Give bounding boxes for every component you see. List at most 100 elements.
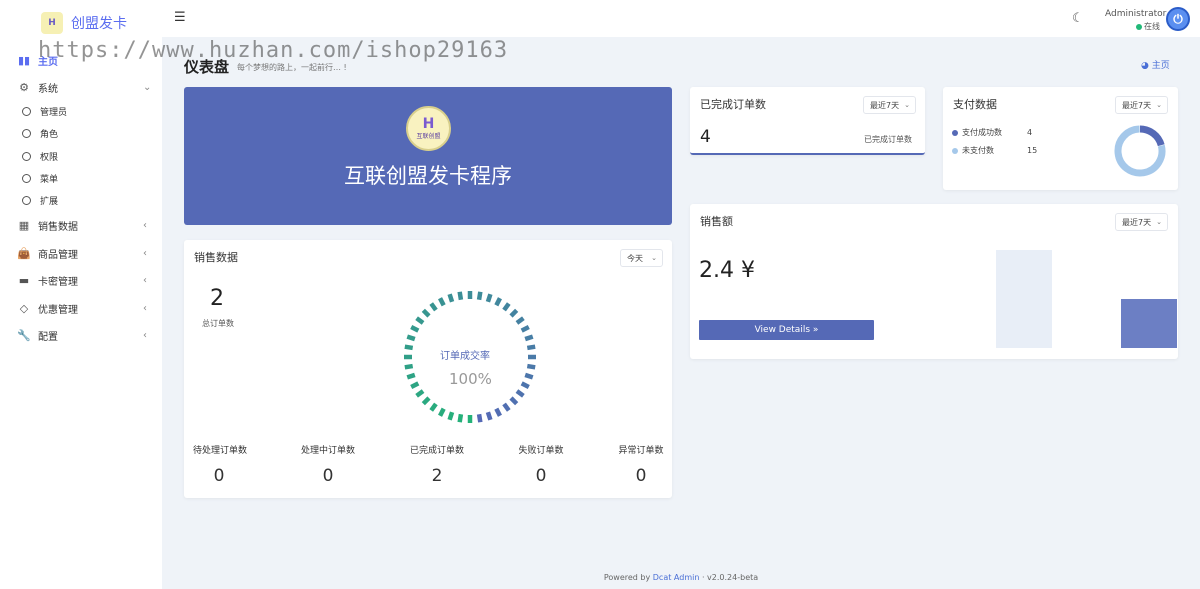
chevron-down-icon: ⌄ [1156, 101, 1162, 109]
stat-abnormal-value: 0 [635, 466, 647, 486]
range-select-label: 最近7天 [870, 100, 900, 110]
chevron-left-icon: ‹ [143, 302, 147, 314]
sidebar-item-sales-data[interactable]: ▦ 销售数据 ‹ [0, 212, 162, 238]
gauge-tick [447, 411, 455, 421]
chevron-left-icon: ‹ [143, 274, 147, 286]
gauge-tick [415, 389, 425, 398]
gauge-tick [526, 363, 536, 370]
range-select-label: 最近7天 [1122, 217, 1152, 227]
diamond-icon: ◇ [19, 301, 29, 315]
sidebar-item-label: 卡密管理 [38, 276, 78, 288]
stat-completed-label: 已完成订单数 [409, 446, 464, 456]
sidebar-item-config[interactable]: 🔧 配置 ‹ [0, 322, 162, 348]
gauge-tick [515, 389, 525, 398]
sidebar-subitem-menu[interactable]: 菜单 [0, 168, 162, 188]
footer-sep: · [701, 573, 705, 582]
range-select[interactable]: 最近7天 ⌄ [1115, 96, 1168, 114]
gauge-tick [485, 293, 493, 303]
gauge-tick [509, 308, 519, 318]
legend-dot [952, 147, 958, 154]
gauge-tick [447, 293, 455, 303]
gauge-tick [520, 325, 530, 333]
admin-name[interactable]: Administrator [1105, 9, 1166, 19]
gauge-tick [429, 402, 438, 412]
banner-logo: H 互联创盟 [406, 106, 451, 151]
breadcrumb-home[interactable]: ◕ 主页 [1141, 58, 1170, 71]
legend-dot [952, 129, 958, 136]
stat-completed-value: 2 [431, 466, 443, 486]
sales-bar-chart [996, 250, 1177, 348]
range-select[interactable]: 今天 ⌄ [620, 249, 663, 267]
gauge-tick [494, 407, 502, 417]
banner-title: 互联创盟发卡程序 [344, 164, 512, 188]
sidebar: H 创盟发卡 ▮▮ 主页 ⚙ 系统 ⌄ 管理员 角色 权限 菜单 扩展 ▦ 销售… [0, 0, 162, 589]
donut-slice-paid [1139, 125, 1165, 147]
gauge-tick [509, 396, 519, 406]
page-subtitle: 每个梦想的路上，一起前行… ! [237, 63, 347, 72]
footer-prefix: Powered by [603, 573, 651, 582]
sales-data-card: 销售数据 今天 ⌄ 2 总订单数 订单成交率 100% 待处理订单数 0 处理中订… [184, 240, 672, 498]
gauge-tick [438, 297, 446, 307]
legend-label: 支付成功数 [962, 128, 1002, 137]
sidebar-item-label: 销售数据 [38, 221, 78, 233]
gauge-tick [404, 363, 414, 370]
gauge-tick [410, 325, 420, 333]
gauge-tick [406, 334, 416, 342]
chevron-down-icon: ⌄ [1156, 218, 1162, 226]
table-icon: ▦ [18, 218, 30, 232]
sidebar-subitem-extensions[interactable]: 扩展 [0, 190, 162, 210]
brand-logo: H [41, 12, 63, 34]
sidebar-subitem-admin[interactable]: 管理员 [0, 101, 162, 121]
range-select[interactable]: 最近7天 ⌄ [863, 96, 916, 114]
card-icon: ▬ [18, 273, 30, 287]
brand[interactable]: H 创盟发卡 [0, 0, 162, 46]
circle-icon [22, 195, 31, 205]
sidebar-item-label: 优惠管理 [38, 304, 78, 316]
sidebar-item-system[interactable]: ⚙ 系统 ⌄ [0, 74, 162, 100]
legend-value: 15 [1027, 146, 1038, 155]
sidebar-subitem-permissions[interactable]: 权限 [0, 146, 162, 166]
gauge-tick [494, 297, 502, 307]
dashboard-icon: ◕ [1141, 61, 1152, 71]
legend-label: 未支付数 [962, 146, 994, 155]
gauge-tick [515, 316, 525, 325]
circle-icon [22, 151, 31, 161]
completed-orders-value: 4 [700, 127, 711, 147]
hamburger-icon[interactable]: ☰ [174, 10, 186, 25]
wrench-icon: 🔧 [17, 328, 31, 342]
gear-icon: ⚙ [19, 80, 29, 94]
completed-orders-card: 已完成订单数 最近7天 ⌄ 4 已完成订单数 [690, 87, 925, 155]
gauge-tick [421, 396, 431, 406]
footer-link[interactable]: Dcat Admin [653, 573, 700, 582]
sidebar-item-discounts[interactable]: ◇ 优惠管理 ‹ [0, 295, 162, 321]
sidebar-subitem-roles[interactable]: 角色 [0, 123, 162, 143]
gauge-tick [476, 413, 483, 423]
gauge-tick [524, 372, 534, 380]
gauge-tick [429, 302, 438, 312]
bag-icon: 👜 [17, 246, 31, 260]
moon-icon[interactable]: ☾ [1072, 11, 1084, 26]
range-select[interactable]: 最近7天 ⌄ [1115, 213, 1168, 231]
view-details-button[interactable]: View Details » [699, 320, 874, 340]
card-title: 支付数据 [953, 98, 997, 111]
gauge-label: 订单成交率 [440, 351, 490, 362]
online-dot-icon [1136, 23, 1142, 30]
gauge-tick [502, 402, 511, 412]
sidebar-item-cards[interactable]: ▬ 卡密管理 ‹ [0, 267, 162, 293]
sidebar-item-products[interactable]: 👜 商品管理 ‹ [0, 240, 162, 266]
circle-icon [22, 128, 31, 138]
gauge-tick [404, 344, 414, 351]
sidebar-subitem-label: 权限 [40, 152, 59, 163]
sales-amount-value: 2.4 ¥ [699, 258, 755, 283]
range-select-label: 今天 [627, 253, 643, 263]
gauge-tick [421, 308, 431, 318]
chevron-left-icon: ‹ [143, 247, 147, 259]
stat-processing-value: 0 [322, 466, 334, 486]
welcome-banner: H 互联创盟 互联创盟发卡程序 [184, 87, 672, 225]
total-orders-label: 总订单数 [202, 319, 234, 328]
sidebar-item-label: 配置 [38, 331, 58, 343]
sidebar-item-home[interactable]: ▮▮ 主页 [0, 47, 162, 73]
stat-abnormal-label: 异常订单数 [618, 446, 664, 456]
avatar[interactable]: ⏻ [1166, 7, 1190, 31]
banner-logo-mark: H [422, 116, 435, 132]
